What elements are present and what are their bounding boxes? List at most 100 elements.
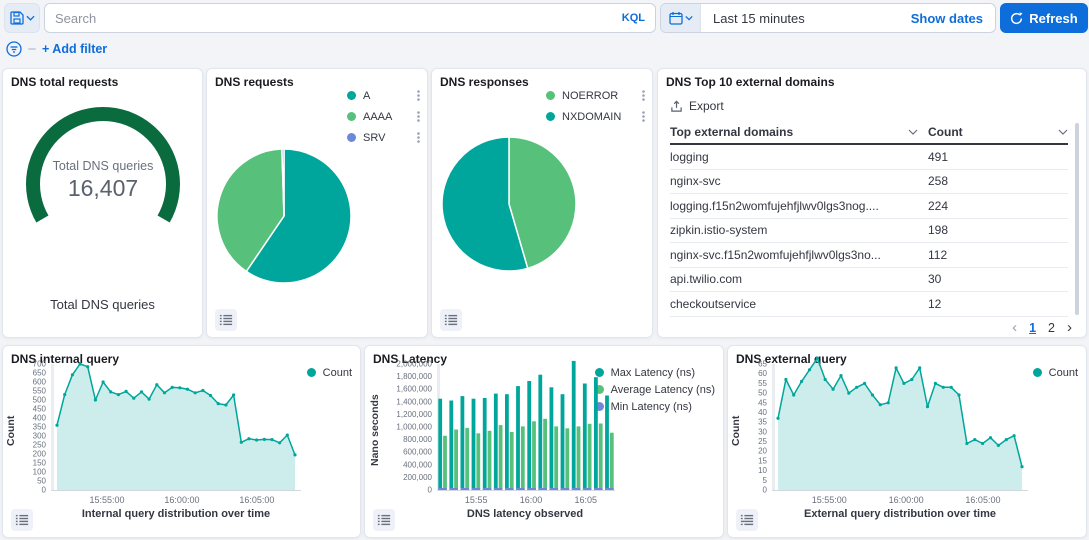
svg-text:16:05:00: 16:05:00 <box>965 495 1000 505</box>
panel-title: DNS total requests <box>11 75 118 89</box>
legend-toggle-button[interactable] <box>736 509 758 531</box>
legend-item-nxdomain[interactable]: NXDOMAIN <box>546 106 646 127</box>
svg-text:50: 50 <box>37 477 46 486</box>
svg-text:1,000,000: 1,000,000 <box>396 423 432 432</box>
legend-options-icon[interactable] <box>641 89 646 102</box>
domain-cell: checkoutservice <box>670 297 928 311</box>
table-row: logging491 <box>670 145 1068 170</box>
svg-text:1,200,000: 1,200,000 <box>396 410 432 419</box>
svg-text:25: 25 <box>758 437 767 446</box>
legend-item-srv[interactable]: SRV <box>347 127 421 148</box>
pagination-next-icon[interactable]: › <box>1067 319 1072 336</box>
legend-toggle-button[interactable] <box>373 509 395 531</box>
gauge-center-label: Total DNS queries <box>13 159 193 173</box>
table-scrollbar[interactable] <box>1075 123 1079 315</box>
panel-dns-requests: DNS requests AAAAASRV <box>206 68 428 338</box>
svg-text:400,000: 400,000 <box>403 460 432 469</box>
count-cell: 258 <box>928 174 1068 188</box>
filter-icon[interactable] <box>6 41 22 57</box>
legend-options-icon[interactable] <box>416 131 421 144</box>
svg-text:35: 35 <box>758 418 767 427</box>
legend-options-icon[interactable] <box>416 110 421 123</box>
pagination-prev-icon[interactable]: ‹ <box>1012 319 1017 336</box>
legend-item-noerror[interactable]: NOERROR <box>546 85 646 106</box>
show-dates-button[interactable]: Show dates <box>911 11 995 26</box>
x-axis-title: DNS latency observed <box>437 508 613 520</box>
export-button[interactable]: Export <box>670 99 724 113</box>
legend-toggle-button[interactable] <box>11 509 33 531</box>
svg-text:100: 100 <box>33 468 47 477</box>
kql-language-button[interactable]: KQL <box>612 12 655 24</box>
latency-bar-chart-svg: 0200,000400,000600,000800,0001,000,0001,… <box>367 346 647 521</box>
count-cell: 224 <box>928 199 1068 213</box>
svg-text:0: 0 <box>42 486 47 495</box>
count-cell: 491 <box>928 150 1068 164</box>
date-quick-select-button[interactable] <box>661 4 701 32</box>
external-area-chart-svg: 0510152025303540455055606515:55:0016:00:… <box>730 346 1060 521</box>
legend-toggle-button[interactable] <box>215 309 237 331</box>
top-query-bar: KQL Last 15 minutes Show dates Refresh <box>0 0 1089 34</box>
svg-text:45: 45 <box>758 398 767 407</box>
panel-title: DNS Top 10 external domains <box>666 75 835 89</box>
svg-text:5: 5 <box>763 476 768 485</box>
panel-dns-internal-query: DNS internal query Count Count 050100150… <box>2 345 361 538</box>
sort-chevron-icon <box>1058 129 1068 135</box>
gauge-bottom-label: Total DNS queries <box>3 297 202 312</box>
panel-title: DNS responses <box>440 75 529 89</box>
pie-legend: NOERRORNXDOMAIN <box>546 85 646 127</box>
panel-title: DNS requests <box>215 75 294 89</box>
legend-label: AAAA <box>363 111 409 123</box>
svg-text:60: 60 <box>758 369 767 378</box>
filter-divider <box>28 48 36 50</box>
legend-toggle-button[interactable] <box>440 309 462 331</box>
chevron-down-icon <box>685 15 693 21</box>
svg-text:16:00: 16:00 <box>520 495 543 505</box>
pie-chart <box>440 135 578 278</box>
svg-text:0: 0 <box>763 486 768 495</box>
refresh-button[interactable]: Refresh <box>1000 3 1088 33</box>
panel-dns-latency: DNS Latency Nano seconds Max Latency (ns… <box>364 345 724 538</box>
svg-text:16:05:00: 16:05:00 <box>239 495 274 505</box>
list-icon <box>15 513 29 527</box>
search-input[interactable] <box>45 11 612 26</box>
svg-text:500: 500 <box>33 396 47 405</box>
column-header-count[interactable]: Count <box>928 125 1068 139</box>
svg-text:450: 450 <box>33 405 47 414</box>
pagination-page-2[interactable]: 2 <box>1048 321 1055 335</box>
svg-text:400: 400 <box>33 414 47 423</box>
legend-options-icon[interactable] <box>416 89 421 102</box>
dashboard-app: KQL Last 15 minutes Show dates Refresh +… <box>0 0 1089 540</box>
count-cell: 12 <box>928 297 1068 311</box>
svg-text:10: 10 <box>758 466 767 475</box>
list-icon <box>219 313 233 327</box>
column-header-domains[interactable]: Top external domains <box>670 125 928 139</box>
legend-options-icon[interactable] <box>641 110 646 123</box>
svg-text:15: 15 <box>758 456 767 465</box>
svg-text:0: 0 <box>428 486 433 495</box>
refresh-icon <box>1010 12 1023 25</box>
svg-text:1,800,000: 1,800,000 <box>396 372 432 381</box>
pie-chart <box>215 147 353 290</box>
legend-item-a[interactable]: A <box>347 85 421 106</box>
pagination-page-1[interactable]: 1 <box>1029 321 1036 335</box>
add-filter-button[interactable]: + Add filter <box>42 42 107 56</box>
domain-cell: nginx-svc.f15n2womfujehfjlwv0lgs3no... <box>670 248 928 262</box>
legend-item-aaaa[interactable]: AAAA <box>347 106 421 127</box>
svg-text:20: 20 <box>758 447 767 456</box>
time-range-value[interactable]: Last 15 minutes <box>701 11 911 26</box>
legend-label: SRV <box>363 132 409 144</box>
panel-dns-top-domains: DNS Top 10 external domains Export Top e… <box>657 68 1087 338</box>
svg-text:350: 350 <box>33 423 47 432</box>
svg-text:40: 40 <box>758 408 767 417</box>
count-cell: 198 <box>928 223 1068 237</box>
legend-dot <box>546 91 555 100</box>
svg-text:50: 50 <box>758 389 767 398</box>
svg-text:15:55:00: 15:55:00 <box>89 495 124 505</box>
legend-label: A <box>363 90 409 102</box>
pie-legend: AAAAASRV <box>347 85 421 148</box>
svg-text:2,000,000: 2,000,000 <box>396 360 432 369</box>
table-row: checkoutservice12 <box>670 292 1068 317</box>
svg-text:150: 150 <box>33 459 47 468</box>
svg-text:30: 30 <box>758 427 767 436</box>
saved-query-menu-button[interactable] <box>4 3 40 33</box>
